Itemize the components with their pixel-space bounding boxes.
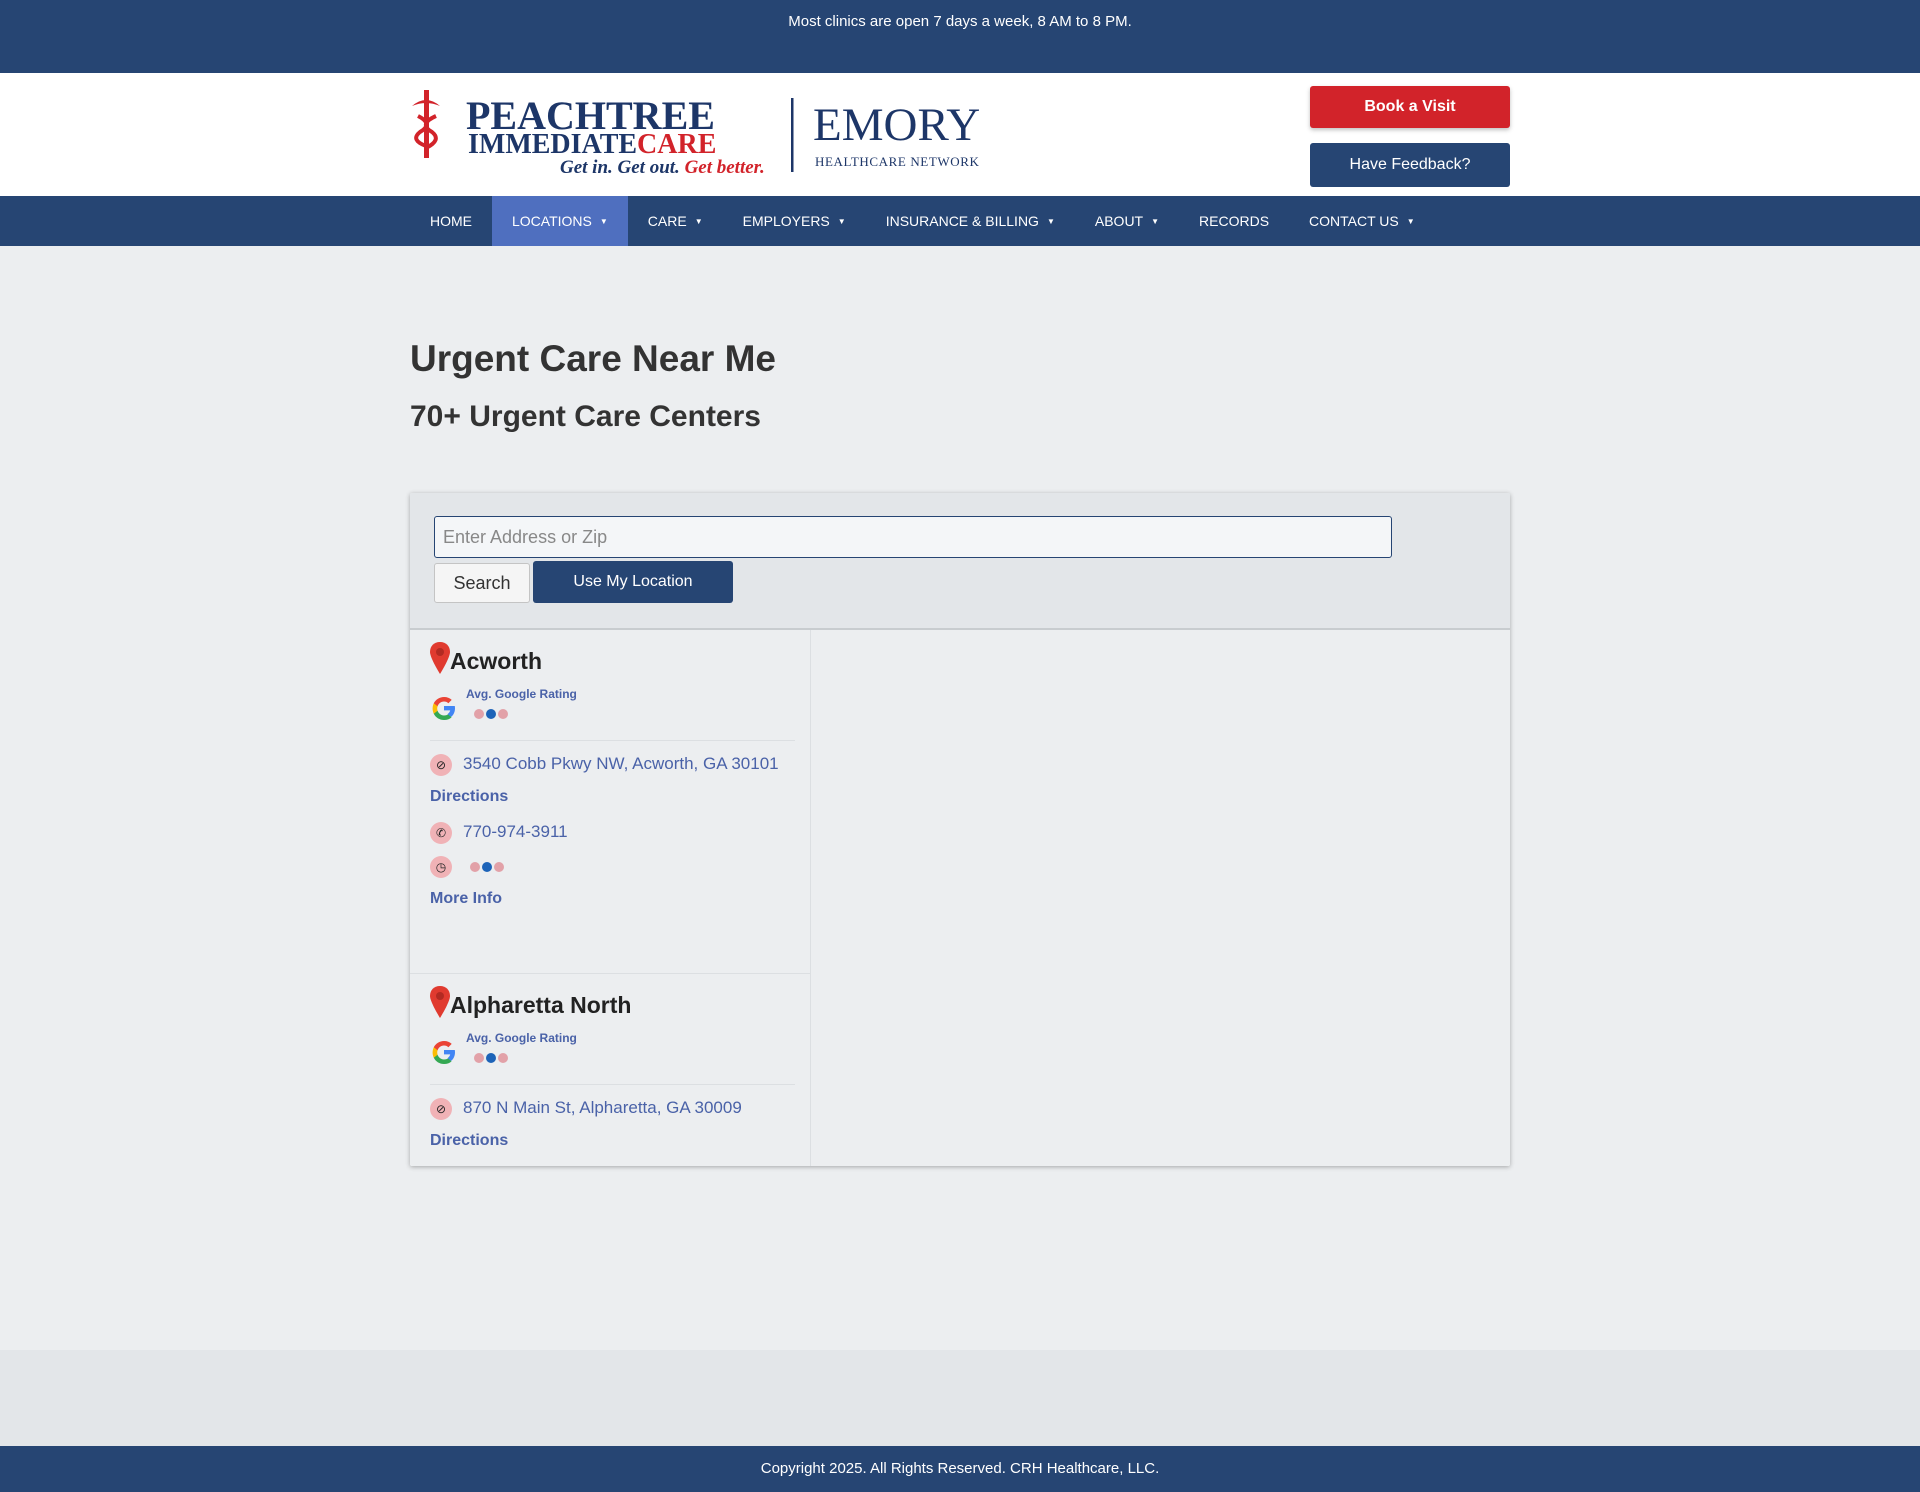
address-search-input[interactable] <box>434 516 1392 558</box>
rating-loading-indicator <box>474 1053 508 1063</box>
location-name[interactable]: Alpharetta North <box>450 992 631 1019</box>
logo-divider <box>791 98 794 172</box>
nav-item-home[interactable]: HOME <box>410 196 492 246</box>
partner-name: EMORY <box>813 99 980 151</box>
caret-down-icon: ▼ <box>599 217 608 226</box>
google-icon <box>432 1041 455 1064</box>
location-card: Alpharetta North Avg. Google Rating ⊘ 87… <box>410 974 810 1166</box>
loading-dot <box>482 862 492 872</box>
svg-text:IMMEDIATECARE: IMMEDIATECARE <box>468 129 716 160</box>
nav-item-employers[interactable]: EMPLOYERS ▼ <box>723 196 866 246</box>
loading-dot <box>486 709 496 719</box>
site-header: PEACHTREE IMMEDIATECARE Get in. Get out.… <box>0 73 1920 196</box>
nav-item-records[interactable]: RECORDS <box>1179 196 1289 246</box>
use-my-location-button[interactable]: Use My Location <box>533 561 733 603</box>
partner-sub: HEALTHCARE NETWORK <box>815 154 980 169</box>
loading-dot <box>498 1053 508 1063</box>
nav-item-label: CARE <box>647 213 687 229</box>
directions-link[interactable]: Directions <box>430 788 508 806</box>
compass-icon: ⊘ <box>430 754 452 776</box>
tagline-b: Get better. <box>685 157 765 176</box>
card-divider <box>430 740 795 741</box>
results-list[interactable]: Acworth Avg. Google Rating ⊘ 3540 Cobb P… <box>410 630 811 1166</box>
map-pin-icon <box>430 986 450 1018</box>
location-phone[interactable]: 770-974-3911 <box>463 822 568 842</box>
nav-item-label: INSURANCE & BILLING <box>885 213 1039 229</box>
feedback-button[interactable]: Have Feedback? <box>1310 143 1510 187</box>
nav-item-contact-us[interactable]: CONTACT US ▼ <box>1289 196 1435 246</box>
nav-item-label: LOCATIONS <box>512 213 592 229</box>
nav-item-locations[interactable]: LOCATIONS ▼ <box>492 196 628 246</box>
clock-icon: ◷ <box>430 856 452 878</box>
rating-label: Avg. Google Rating <box>466 1031 577 1045</box>
hours-loading-indicator <box>470 862 504 872</box>
site-footer: Copyright 2025. All Rights Reserved. CRH… <box>0 1446 1920 1492</box>
nav-item-label: HOME <box>430 213 472 229</box>
announcement-bar: Most clinics are open 7 days a week, 8 A… <box>0 0 1920 73</box>
loading-dot <box>470 862 480 872</box>
loading-dot <box>494 862 504 872</box>
map-pin-icon <box>430 642 450 674</box>
google-icon <box>432 697 455 720</box>
caduceus-icon <box>412 90 440 158</box>
svg-text:Get in. Get out. Get bet: Get in. Get out. Get better. <box>560 157 765 176</box>
nav-item-care[interactable]: CARE ▼ <box>628 196 723 246</box>
location-finder: Search Use My Location Acworth Avg. Goog… <box>410 493 1510 1166</box>
loading-dot <box>474 709 484 719</box>
brand-line2a: IMMEDIATE <box>468 129 637 160</box>
nav-list: HOME LOCATIONS ▼ CARE ▼ EMPLOYERS ▼ INSURANCE &… <box>410 196 1435 246</box>
location-name[interactable]: Acworth <box>450 648 542 675</box>
nav-item-label: EMPLOYERS <box>742 213 830 229</box>
announcement-text: Most clinics are open 7 days a week, 8 A… <box>788 13 1132 30</box>
location-address[interactable]: 870 N Main St, Alpharetta, GA 30009 <box>463 1098 742 1118</box>
phone-icon: ✆ <box>430 822 452 844</box>
nav-item-label: CONTACT US <box>1309 213 1399 229</box>
loading-dot <box>486 1053 496 1063</box>
loading-dot <box>498 709 508 719</box>
location-card: Acworth Avg. Google Rating ⊘ 3540 Cobb P… <box>410 630 810 974</box>
caret-down-icon: ▼ <box>1046 217 1055 226</box>
location-address[interactable]: 3540 Cobb Pkwy NW, Acworth, GA 30101 <box>463 754 779 774</box>
nav-item-label: RECORDS <box>1199 213 1270 229</box>
main-nav: HOME LOCATIONS ▼ CARE ▼ EMPLOYERS ▼ INSURANCE &… <box>0 196 1920 246</box>
book-visit-button[interactable]: Book a Visit <box>1310 86 1510 128</box>
compass-icon: ⊘ <box>430 1098 452 1120</box>
map-area[interactable] <box>811 630 1510 1166</box>
nav-item-about[interactable]: ABOUT ▼ <box>1075 196 1179 246</box>
directions-link[interactable]: Directions <box>430 1132 508 1150</box>
tagline-a: Get in. Get out. <box>560 157 680 176</box>
more-info-link[interactable]: More Info <box>430 890 502 908</box>
page-subtitle: 70+ Urgent Care Centers <box>410 400 761 433</box>
rating-loading-indicator <box>474 709 508 719</box>
footer-band <box>0 1350 1920 1446</box>
brand-line2b: CARE <box>637 129 716 160</box>
search-button[interactable]: Search <box>434 563 530 603</box>
search-panel: Search Use My Location <box>410 493 1510 630</box>
nav-item-label: ABOUT <box>1094 213 1144 229</box>
nav-item-insurance-billing[interactable]: INSURANCE & BILLING ▼ <box>866 196 1075 246</box>
rating-label: Avg. Google Rating <box>466 687 577 701</box>
caret-down-icon: ▼ <box>1151 217 1160 226</box>
page-title: Urgent Care Near Me <box>410 338 777 379</box>
caret-down-icon: ▼ <box>837 217 846 226</box>
copyright-text: Copyright 2025. All Rights Reserved. CRH… <box>760 1460 1160 1477</box>
loading-dot <box>474 1053 484 1063</box>
caret-down-icon: ▼ <box>694 217 703 226</box>
caret-down-icon: ▼ <box>1406 217 1415 226</box>
brand-logo[interactable]: PEACHTREE IMMEDIATECARE Get in. Get out.… <box>410 86 980 176</box>
card-divider <box>430 1084 795 1085</box>
